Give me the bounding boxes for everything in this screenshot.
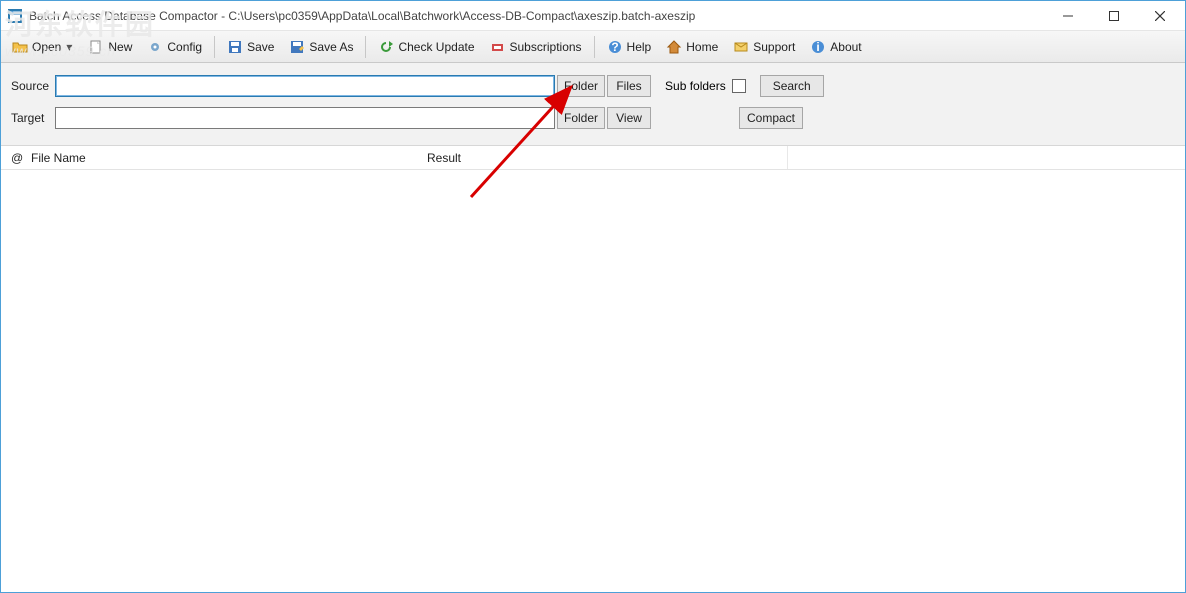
svg-text:?: ? — [611, 40, 618, 54]
target-label: Target — [11, 111, 55, 125]
toolbar-separator — [214, 36, 215, 58]
support-label: Support — [753, 40, 795, 54]
help-button[interactable]: ? Help — [600, 35, 659, 59]
save-icon — [227, 39, 243, 55]
open-button[interactable]: Open ▾ — [5, 35, 80, 59]
app-window: 河东软件园 www.pc0359.cn Batch Access Databas… — [0, 0, 1186, 593]
home-label: Home — [686, 40, 718, 54]
save-as-icon — [289, 39, 305, 55]
save-button[interactable]: Save — [220, 35, 281, 59]
check-update-button[interactable]: Check Update — [371, 35, 481, 59]
cart-icon — [490, 39, 506, 55]
minimize-button[interactable] — [1045, 2, 1091, 30]
list-header: @ File Name Result — [1, 146, 1185, 170]
support-button[interactable]: Support — [726, 35, 802, 59]
subscriptions-label: Subscriptions — [510, 40, 582, 54]
new-label: New — [108, 40, 132, 54]
new-button[interactable]: New — [81, 35, 139, 59]
toolbar-separator — [365, 36, 366, 58]
check-update-label: Check Update — [398, 40, 474, 54]
home-button[interactable]: Home — [659, 35, 725, 59]
config-button[interactable]: Config — [140, 35, 209, 59]
help-label: Help — [627, 40, 652, 54]
source-label: Source — [11, 79, 55, 93]
subscriptions-button[interactable]: Subscriptions — [483, 35, 589, 59]
save-as-label: Save As — [309, 40, 353, 54]
target-input[interactable] — [55, 107, 555, 129]
mail-icon — [733, 39, 749, 55]
app-icon — [7, 8, 23, 24]
about-label: About — [830, 40, 861, 54]
form-area: Source Folder Files Sub folders Search T… — [1, 63, 1185, 146]
source-files-button[interactable]: Files — [607, 75, 651, 97]
svg-text:i: i — [817, 40, 820, 54]
sub-folders-label: Sub folders — [665, 79, 726, 93]
close-button[interactable] — [1137, 2, 1183, 30]
config-label: Config — [167, 40, 202, 54]
window-title: Batch Access Database Compactor - C:\Use… — [29, 9, 1045, 23]
folder-open-icon — [12, 39, 28, 55]
window-controls — [1045, 2, 1183, 30]
save-as-button[interactable]: Save As — [282, 35, 360, 59]
col-filename[interactable]: File Name — [31, 151, 427, 165]
col-result[interactable]: Result — [427, 151, 787, 165]
maximize-button[interactable] — [1091, 2, 1137, 30]
target-row: Target Folder View Compact — [11, 105, 1175, 131]
open-label: Open — [32, 40, 61, 54]
source-row: Source Folder Files Sub folders Search — [11, 73, 1175, 99]
refresh-icon — [378, 39, 394, 55]
source-input[interactable] — [55, 75, 555, 97]
sub-folders-checkbox[interactable] — [732, 79, 746, 93]
col-at[interactable]: @ — [1, 151, 31, 165]
title-bar: Batch Access Database Compactor - C:\Use… — [1, 1, 1185, 31]
help-icon: ? — [607, 39, 623, 55]
save-label: Save — [247, 40, 274, 54]
compact-button[interactable]: Compact — [739, 107, 803, 129]
new-file-icon — [88, 39, 104, 55]
target-view-button[interactable]: View — [607, 107, 651, 129]
gear-icon — [147, 39, 163, 55]
col-spacer — [787, 146, 1185, 169]
source-folder-button[interactable]: Folder — [557, 75, 605, 97]
list-body[interactable] — [1, 170, 1185, 592]
about-button[interactable]: i About — [803, 35, 868, 59]
search-button[interactable]: Search — [760, 75, 824, 97]
toolbar-separator — [594, 36, 595, 58]
toolbar: Open ▾ New Config Save Save As Check Upd… — [1, 31, 1185, 63]
chevron-down-icon: ▾ — [65, 40, 73, 54]
target-folder-button[interactable]: Folder — [557, 107, 605, 129]
info-icon: i — [810, 39, 826, 55]
home-icon — [666, 39, 682, 55]
